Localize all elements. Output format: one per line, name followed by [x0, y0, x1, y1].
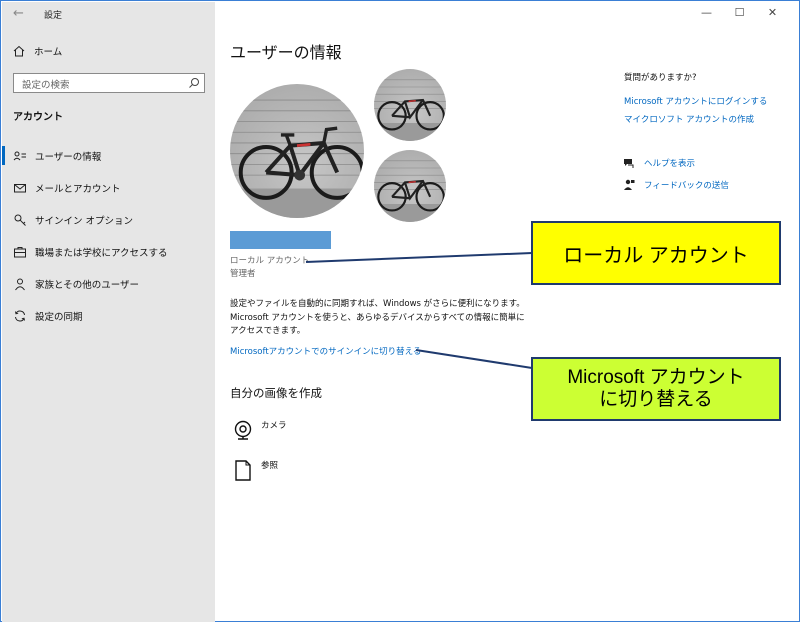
get-help-label: ヘルプを表示 [644, 159, 696, 169]
person-icon [15, 278, 25, 291]
callout-ms-line1: Microsoft アカウント [567, 367, 745, 388]
send-feedback-link[interactable]: フィードバックの送信 [623, 179, 729, 191]
chat-help-icon [624, 159, 634, 168]
search-placeholder: 設定の検索 [22, 80, 70, 91]
settings-window: ← 設定 ホーム 設定の検索 アカウント ユーザーの情報 メールとアカウント サ… [0, 0, 800, 622]
help-question-heading: 質問がありますか? [624, 73, 697, 83]
login-microsoft-account-link[interactable]: Microsoft アカウントにログインする [624, 95, 767, 107]
callout-line-ms [415, 349, 533, 369]
switch-to-microsoft-account-link[interactable]: Microsoftアカウントでのサインインに切り替える [230, 345, 421, 357]
sidebar: ← 設定 ホーム 設定の検索 アカウント ユーザーの情報 メールとアカウント サ… [2, 2, 215, 622]
back-arrow-icon[interactable]: ← [13, 6, 24, 21]
search-input[interactable]: 設定の検索 [13, 73, 205, 93]
sidebar-item-home-label: ホーム [34, 47, 63, 58]
sidebar-item-work-school[interactable]: 職場または学校にアクセスする [2, 236, 215, 268]
briefcase-icon [14, 247, 26, 258]
home-icon [13, 45, 25, 57]
bicycle-photo [374, 160, 446, 222]
sidebar-item-label: メールとアカウント [35, 184, 121, 195]
avatar-large [230, 84, 364, 218]
mail-icon [14, 184, 26, 193]
maximize-button[interactable]: ☐ [723, 5, 756, 23]
camera-label: カメラ [261, 421, 287, 431]
sidebar-item-label: 職場または学校にアクセスする [35, 248, 168, 259]
window-controls: — ☐ ✕ [690, 5, 789, 23]
callout-switch-microsoft: Microsoft アカウント に切り替える [531, 357, 781, 421]
user-card-icon [13, 151, 26, 161]
browse-option[interactable]: 参照 [232, 459, 278, 481]
sidebar-item-label: 家族とその他のユーザー [35, 280, 140, 291]
sidebar-item-home[interactable]: ホーム [12, 44, 62, 58]
section-title: アカウント [13, 112, 63, 123]
sidebar-item-label: ユーザーの情報 [35, 152, 102, 163]
callout-ms-line2: に切り替える [599, 389, 713, 410]
camera-option[interactable]: カメラ [232, 419, 287, 441]
feedback-icon [624, 179, 635, 190]
avatar-small-1[interactable] [374, 69, 446, 141]
sidebar-nav: ユーザーの情報 メールとアカウント サインイン オプション 職場または学校にアク… [2, 140, 215, 332]
avatar-small-2[interactable] [374, 150, 446, 222]
sidebar-item-signin[interactable]: サインイン オプション [2, 204, 215, 236]
sidebar-item-family[interactable]: 家族とその他のユーザー [2, 268, 215, 300]
sidebar-item-mail[interactable]: メールとアカウント [2, 172, 215, 204]
callout-line-local [305, 252, 533, 263]
callout-local-account: ローカル アカウント [531, 221, 781, 285]
create-picture-heading: 自分の画像を作成 [230, 386, 322, 400]
sidebar-item-label: サインイン オプション [35, 216, 134, 227]
account-role: 管理者 [230, 269, 256, 279]
file-icon [235, 460, 251, 481]
camera-icon [234, 420, 252, 440]
close-button[interactable]: ✕ [756, 5, 789, 23]
sync-icon [15, 310, 25, 322]
minimize-button[interactable]: — [690, 5, 723, 23]
sync-description: 設定やファイルを自動的に同期すれば、Windows がさらに便利になります。Mi… [230, 299, 525, 336]
sidebar-item-label: 設定の同期 [35, 312, 83, 323]
page-title: ユーザーの情報 [230, 43, 342, 62]
app-title: 設定 [44, 11, 63, 21]
bicycle-photo [374, 79, 446, 141]
create-microsoft-account-link[interactable]: マイクロソフト アカウントの作成 [624, 113, 754, 125]
user-name-redacted [230, 231, 331, 249]
send-feedback-label: フィードバックの送信 [644, 181, 729, 191]
search-icon[interactable] [188, 77, 200, 89]
key-icon [14, 214, 26, 226]
account-type: ローカル アカウント [230, 256, 310, 266]
get-help-link[interactable]: ヘルプを表示 [623, 157, 695, 169]
sidebar-item-user-info[interactable]: ユーザーの情報 [2, 140, 215, 172]
callout-local-text: ローカル アカウント [563, 244, 749, 267]
sidebar-item-sync[interactable]: 設定の同期 [2, 300, 215, 332]
bicycle-photo [230, 99, 364, 218]
browse-label: 参照 [261, 461, 279, 471]
